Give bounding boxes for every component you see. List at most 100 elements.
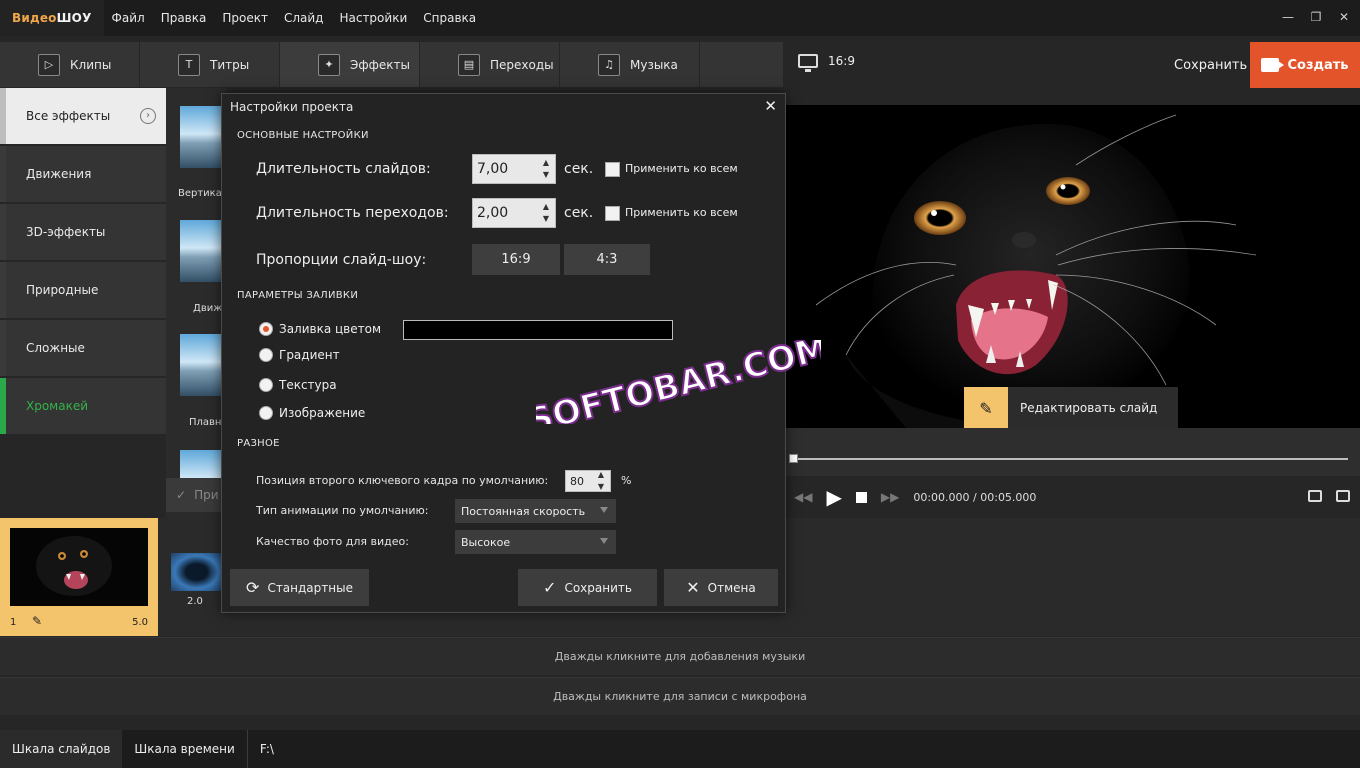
music-track[interactable]: Дважды кликните для добавления музыки xyxy=(0,637,1360,675)
check-icon: ✓ xyxy=(176,488,187,502)
fill-image-radio[interactable] xyxy=(259,406,273,420)
fullscreen-icon[interactable] xyxy=(1336,490,1350,502)
chevron-up-icon[interactable]: ▲ xyxy=(543,201,549,213)
effect-thumb[interactable] xyxy=(180,334,222,396)
effect-thumb[interactable] xyxy=(180,106,222,168)
fill-color-swatch[interactable] xyxy=(403,320,673,340)
chevron-down-icon xyxy=(600,538,608,544)
sidebar-item-all-effects[interactable]: Все эффекты › xyxy=(0,88,166,144)
apply-all-slides-checkbox[interactable] xyxy=(605,162,620,177)
chevron-down-icon xyxy=(600,507,608,513)
fill-texture-radio[interactable] xyxy=(259,378,273,392)
previous-icon[interactable]: ◀◀ xyxy=(794,490,812,504)
minimize-icon[interactable]: — xyxy=(1282,10,1294,24)
fill-gradient-radio[interactable] xyxy=(259,348,273,362)
chevron-down-icon[interactable]: ▼ xyxy=(598,481,604,493)
chevron-down-icon[interactable]: ▼ xyxy=(543,169,549,181)
fill-color-radio[interactable] xyxy=(259,322,273,336)
slide-thumbnail xyxy=(10,528,148,606)
save-settings-button[interactable]: ✓ Сохранить xyxy=(518,569,657,606)
animation-type-select[interactable]: Постоянная скорость xyxy=(455,499,616,523)
apply-all-transitions-label: Применить ко всем xyxy=(625,206,738,219)
edit-slide-button[interactable]: ✎ Редактировать слайд xyxy=(964,387,1178,429)
snapshot-icon[interactable] xyxy=(1308,490,1322,502)
seek-handle[interactable] xyxy=(789,454,798,463)
sidebar-item-label: Хромакей xyxy=(26,399,89,413)
effects-grid: Вертика Движ Плавн xyxy=(166,88,226,518)
app-window: Видео ШОУ Файл Правка Проект Слайд Настро… xyxy=(0,0,1360,768)
save-project-button[interactable]: Сохранить xyxy=(1174,58,1247,73)
restore-icon[interactable]: ❐ xyxy=(1310,10,1322,24)
refresh-icon: ⟳ xyxy=(246,578,260,597)
menu-edit[interactable]: Правка xyxy=(153,11,215,25)
menu-project[interactable]: Проект xyxy=(214,11,276,25)
slide-duration: 5.0 xyxy=(132,617,148,628)
stop-icon[interactable] xyxy=(855,491,867,503)
stepper-arrows[interactable]: ▲ ▼ xyxy=(537,155,555,183)
slide-duration-stepper[interactable]: 7,00 ▲ ▼ xyxy=(472,154,556,184)
fill-gradient-label: Градиент xyxy=(279,348,340,362)
close-icon: ✕ xyxy=(686,578,700,597)
transition-duration-stepper[interactable]: 2,00 ▲ ▼ xyxy=(472,198,556,228)
menu-settings[interactable]: Настройки xyxy=(331,11,415,25)
chevron-up-icon[interactable]: ▲ xyxy=(543,157,549,169)
photo-quality-label: Качество фото для видео: xyxy=(256,535,409,548)
default-settings-button[interactable]: ⟳ Стандартные xyxy=(230,569,369,606)
tab-clips[interactable]: ▷ Клипы xyxy=(0,42,140,87)
sidebar-item-chromakey[interactable]: Хромакей xyxy=(0,378,166,434)
transition-thumbnail[interactable] xyxy=(171,553,222,591)
save-settings-label: Сохранить xyxy=(564,580,632,595)
next-icon[interactable]: ▶▶ xyxy=(881,490,899,504)
transition-duration-unit: сек. xyxy=(564,205,594,221)
tab-slide-timeline[interactable]: Шкала слайдов xyxy=(0,730,123,768)
chevron-up-icon[interactable]: ▲ xyxy=(598,469,604,481)
effect-thumb-label: Вертика xyxy=(178,188,222,199)
chevron-down-icon[interactable]: ▼ xyxy=(543,213,549,225)
pencil-icon[interactable]: ✎ xyxy=(32,614,42,628)
pencil-icon: ✎ xyxy=(964,387,1008,429)
menu-slide[interactable]: Слайд xyxy=(276,11,332,25)
ratio-16-9-button[interactable]: 16:9 xyxy=(472,244,560,275)
preview-ratio[interactable]: 16:9 xyxy=(798,54,855,72)
text-icon: T xyxy=(178,53,200,76)
monitor-icon xyxy=(798,54,818,72)
effect-thumb[interactable] xyxy=(180,220,222,282)
camera-icon xyxy=(1261,58,1285,72)
tab-time-timeline[interactable]: Шкала времени xyxy=(122,730,246,768)
ratio-4-3-button[interactable]: 4:3 xyxy=(564,244,650,275)
current-path: F:\ xyxy=(259,742,274,756)
tab-strip-fill xyxy=(700,42,783,87)
close-icon[interactable]: ✕ xyxy=(764,97,777,115)
stepper-arrows[interactable]: ▲ ▼ xyxy=(537,199,555,227)
menu-help[interactable]: Справка xyxy=(415,11,484,25)
seek-bar[interactable] xyxy=(794,458,1348,460)
apply-effect-button[interactable]: ✓ При xyxy=(166,478,224,512)
close-window-icon[interactable]: ✕ xyxy=(1338,10,1350,24)
tab-clips-label: Клипы xyxy=(70,57,112,72)
tab-titles-label: Титры xyxy=(210,57,250,72)
mic-track[interactable]: Дважды кликните для записи с микрофона xyxy=(0,677,1360,715)
keyframe-stepper[interactable]: 80 ▲ ▼ xyxy=(565,470,611,492)
create-video-button[interactable]: Создать xyxy=(1250,42,1360,88)
menu-file[interactable]: Файл xyxy=(104,11,153,25)
stepper-arrows[interactable]: ▲ ▼ xyxy=(592,469,610,493)
sidebar-item-nature[interactable]: Природные xyxy=(0,262,166,318)
tab-effects[interactable]: ✦ Эффекты xyxy=(280,42,420,87)
tab-transitions[interactable]: ▤ Переходы xyxy=(420,42,560,87)
tab-titles[interactable]: T Титры xyxy=(140,42,280,87)
cancel-button[interactable]: ✕ Отмена xyxy=(664,569,778,606)
dialog-title: Настройки проекта xyxy=(230,100,354,114)
logo-part2: ШОУ xyxy=(56,11,92,25)
timeline-slide[interactable]: 1 ✎ 5.0 xyxy=(0,518,158,636)
play-icon[interactable]: ▶ xyxy=(826,485,841,509)
edit-slide-label: Редактировать слайд xyxy=(1008,387,1178,429)
apply-all-transitions-checkbox[interactable] xyxy=(605,206,620,221)
tab-music[interactable]: ♫ Музыка xyxy=(560,42,700,87)
sidebar-item-3d-effects[interactable]: 3D-эффекты xyxy=(0,204,166,260)
sidebar-item-motions[interactable]: Движения xyxy=(0,146,166,202)
chevron-right-icon: › xyxy=(140,108,156,124)
sidebar-item-label: Природные xyxy=(26,283,99,297)
photo-quality-select[interactable]: Высокое xyxy=(455,530,616,554)
preview-player[interactable] xyxy=(786,105,1360,428)
sidebar-item-complex[interactable]: Сложные xyxy=(0,320,166,376)
